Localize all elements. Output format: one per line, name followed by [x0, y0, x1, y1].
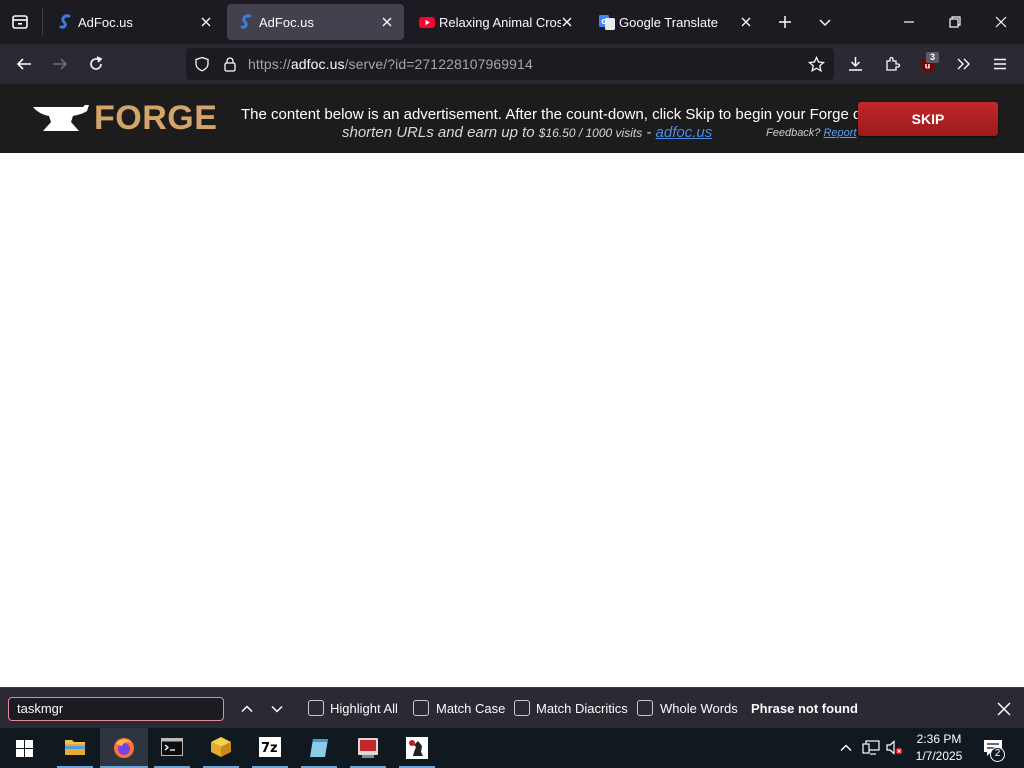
match-case-label[interactable]: Match Case [436, 701, 505, 716]
taskbar-terminal[interactable] [148, 728, 196, 768]
forge-logo-text: FORGE [94, 99, 218, 137]
navigation-toolbar: https://adfoc.us/serve/?id=2712281079699… [0, 44, 1024, 84]
feedback-label: Feedback? [766, 127, 824, 139]
find-next-icon[interactable] [269, 701, 285, 717]
adfocus-icon [240, 14, 252, 29]
ad-message: The content below is an advertisement. A… [241, 106, 859, 123]
back-icon[interactable] [15, 56, 33, 72]
terminal-icon [161, 738, 183, 756]
tab-adfocus-1[interactable]: AdFoc.us [46, 4, 222, 40]
url-bar[interactable]: https://adfoc.us/serve/?id=2712281079699… [186, 48, 834, 80]
7zip-icon: 7z [259, 737, 281, 757]
close-tab-icon[interactable] [738, 14, 754, 30]
notepad-icon [310, 739, 328, 757]
match-diacritics-checkbox[interactable] [514, 700, 530, 716]
shield-icon[interactable] [194, 56, 210, 72]
taskbar-7zip[interactable]: 7z [246, 728, 294, 768]
ublock-badge: 3 [926, 52, 939, 63]
match-case-checkbox[interactable] [413, 700, 429, 716]
highlight-all-label[interactable]: Highlight All [330, 701, 398, 716]
match-diacritics-label[interactable]: Match Diacritics [536, 701, 628, 716]
tab-adfocus-2[interactable]: AdFoc.us [227, 4, 404, 40]
firefox-view-button[interactable] [0, 0, 42, 44]
taskbar-chess[interactable] [393, 728, 441, 768]
find-bar: taskmgr Highlight All Match Case Match D… [0, 687, 1024, 728]
tab-strip: AdFoc.us AdFoc.us Relaxing Animal Crossi… [0, 0, 1024, 44]
media-player-icon [358, 738, 378, 758]
close-tab-icon[interactable] [379, 14, 395, 30]
show-hidden-icons-icon[interactable] [839, 741, 853, 755]
restore-icon[interactable] [947, 14, 963, 30]
hamburger-menu-icon[interactable] [992, 56, 1008, 72]
close-find-bar-icon[interactable] [996, 701, 1012, 717]
windows-logo-icon [16, 740, 33, 757]
adfocus-icon [59, 14, 71, 29]
url-text[interactable]: https://adfoc.us/serve/?id=2712281079699… [248, 56, 533, 72]
new-tab-icon[interactable] [777, 14, 793, 30]
overflow-chevron-icon[interactable] [955, 56, 972, 72]
close-tab-icon[interactable] [559, 14, 575, 30]
url-path: /serve/?id=271228107969914 [344, 56, 533, 72]
package-icon [211, 737, 231, 757]
clock-time[interactable]: 2:36 PM [912, 732, 966, 746]
ad-sub-amount: $16.50 / 1000 visits [538, 126, 643, 140]
whole-words-label[interactable]: Whole Words [660, 701, 738, 716]
windows-taskbar: 7z 2:36 PM 1/7/2025 2 [0, 728, 1024, 768]
close-window-icon[interactable] [993, 14, 1009, 30]
close-tab-icon[interactable] [198, 14, 214, 30]
taskbar-firefox[interactable] [100, 728, 148, 768]
extensions-icon[interactable] [884, 55, 901, 72]
taskbar-notepad[interactable] [295, 728, 343, 768]
report-link[interactable]: Report [823, 127, 856, 139]
taskbar-file-explorer[interactable] [51, 728, 99, 768]
forward-icon[interactable] [51, 56, 69, 72]
whole-words-checkbox[interactable] [637, 700, 653, 716]
ad-sub-dash: - [642, 124, 656, 141]
firefox-icon [114, 738, 134, 758]
feedback-text: Feedback? Report [766, 127, 857, 139]
tab-divider [42, 8, 43, 36]
ad-sub-prefix: shorten URLs and earn up to [342, 124, 539, 141]
volume-muted-icon[interactable] [886, 740, 904, 756]
minimize-icon[interactable] [901, 14, 917, 30]
start-button[interactable] [0, 728, 48, 768]
tab-title: AdFoc.us [78, 15, 133, 30]
youtube-icon [419, 17, 435, 28]
lock-icon[interactable] [222, 56, 238, 72]
forge-ad-banner: FORGE The content below is an advertisem… [0, 84, 1024, 153]
tab-title: Google Translate [619, 15, 719, 30]
action-center-button[interactable]: 2 [978, 728, 1018, 768]
svg-text:G: G [601, 18, 607, 26]
notification-count-badge: 2 [990, 747, 1005, 762]
url-host: adfoc.us [290, 56, 345, 72]
find-previous-icon[interactable] [239, 701, 255, 717]
find-input[interactable]: taskmgr [8, 697, 224, 721]
page-content-area [0, 153, 1024, 687]
highlight-all-checkbox[interactable] [308, 700, 324, 716]
downloads-icon[interactable] [847, 55, 864, 72]
skip-button[interactable]: SKIP [858, 102, 998, 136]
tab-title: AdFoc.us [259, 15, 314, 30]
tab-title: Relaxing Animal Crossi [439, 15, 561, 30]
tab-google-translate[interactable]: G Google Translate [587, 4, 763, 40]
anvil-logo-icon [33, 105, 89, 131]
tab-youtube[interactable]: Relaxing Animal Crossi [407, 4, 583, 40]
adfocus-link[interactable]: adfoc.us [656, 124, 713, 141]
find-status: Phrase not found [751, 701, 858, 716]
network-icon[interactable] [862, 740, 880, 756]
taskbar-package[interactable] [197, 728, 245, 768]
ad-subtext: shorten URLs and earn up to $16.50 / 100… [342, 124, 712, 141]
file-explorer-icon [65, 740, 85, 755]
ublock-origin-button[interactable]: u 3 [918, 52, 940, 76]
chess-icon [406, 737, 428, 759]
svg-text:7z: 7z [261, 741, 278, 756]
reload-icon[interactable] [87, 55, 105, 73]
google-translate-icon: G [599, 15, 615, 30]
firefox-view-icon [12, 15, 28, 29]
bookmark-star-icon[interactable] [808, 56, 825, 73]
url-scheme: https:// [248, 56, 291, 72]
list-all-tabs-icon[interactable] [817, 14, 833, 30]
clock-date[interactable]: 1/7/2025 [912, 749, 966, 763]
taskbar-media-player[interactable] [344, 728, 392, 768]
